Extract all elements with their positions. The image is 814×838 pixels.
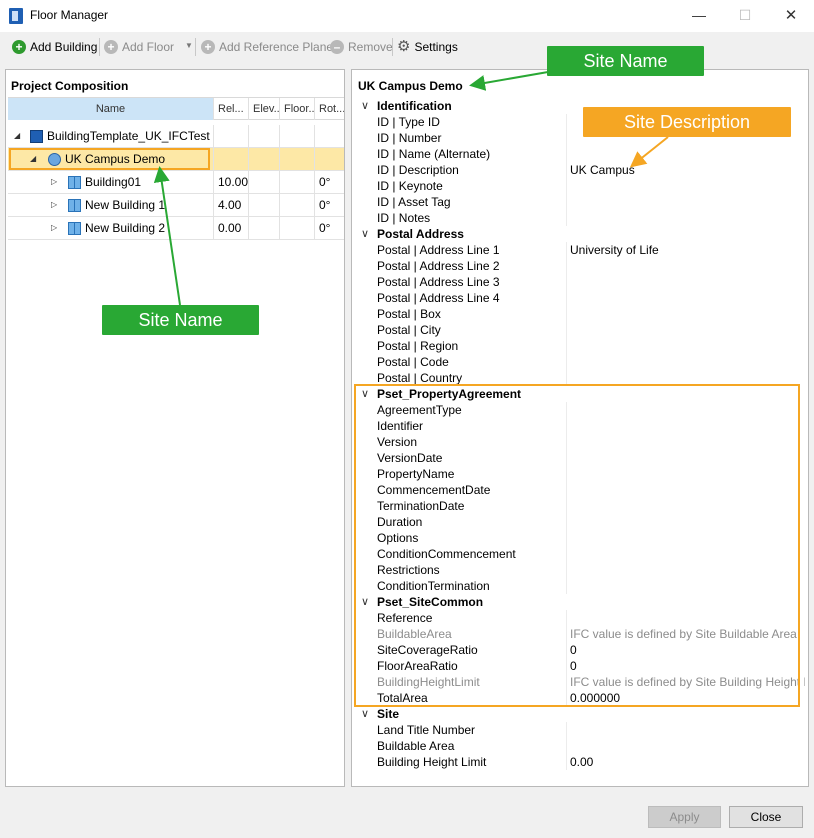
callout-site-name-left: Site Name bbox=[102, 305, 259, 335]
arrow-site-name-top bbox=[469, 71, 549, 91]
callout-site-name-top: Site Name bbox=[547, 46, 704, 76]
arrow-site-name-left bbox=[153, 166, 181, 306]
close-button[interactable]: Close bbox=[729, 806, 803, 828]
callout-site-description: Site Description bbox=[583, 107, 791, 137]
dialog-footer: Apply Close bbox=[0, 790, 814, 838]
arrow-site-description bbox=[629, 136, 669, 168]
apply-button[interactable]: Apply bbox=[648, 806, 721, 828]
